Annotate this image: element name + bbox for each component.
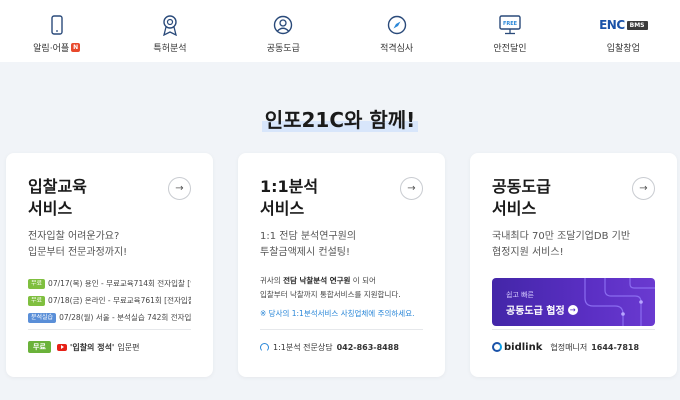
award-medal-icon [161,14,179,36]
headset-icon [260,342,269,352]
card-title-line: 공동도급 [492,177,551,196]
card-bid-education[interactable]: 입찰교육 서비스 → 전자입찰 어려운가요? 입문부터 전문과정까지! 무료 0… [6,153,213,377]
nav-item-alerts-app[interactable]: 알림·어플 N [0,0,113,62]
card-title-line: 서비스 [260,199,305,218]
card-title: 1:1분석 서비스 [260,176,423,220]
footer-phone: 1644-7818 [591,342,640,352]
top-nav: 알림·어플 N 특허분석 공동도급 적격심사 FREE 안전달인 ENC BMS… [0,0,680,62]
free-badge: 무료 [28,341,51,353]
footer-label: 협정매니저 [550,342,588,352]
banner-subtitle: 쉽고 빠른 [506,291,534,299]
card-footer-link[interactable]: 무료 '입찰의 정석' 입문편 [28,339,191,355]
free-tag: 무료 [28,295,46,306]
practice-tag: 분석실습 [28,312,57,323]
card-desc-line: 전자입찰 어려운가요? [28,231,120,242]
card-desc-line: 입문부터 전문과정까지! [28,247,128,258]
divider [260,329,423,330]
card-desc-line: 투찰금액제시 컨설팅! [260,247,350,258]
card-description: 1:1 전담 분석연구원의 투찰금액제시 컨설팅! [260,229,423,261]
nav-item-bid-startup[interactable]: ENC BMS 입찰창업 [567,0,680,62]
arrow-right-button[interactable]: → [400,177,423,200]
footer-phone: 042-863-8488 [336,342,399,352]
research-text-post: 이 되어 [350,276,376,285]
smartphone-icon [50,14,63,36]
schedule-text: 07/17(목) 용인 - 무료교육714회 전자입찰 [입... [48,279,191,288]
new-badge: N [71,43,81,52]
research-description: 귀사의 전담 낙찰분석 연구원 이 되어 입찰부터 낙찰까지 통합서비스를 지원… [260,274,423,302]
compass-icon [387,14,407,36]
card-analysis-service[interactable]: 1:1분석 서비스 → 1:1 전담 분석연구원의 투찰금액제시 컨설팅! 귀사… [238,153,445,377]
user-circle-icon [273,14,293,36]
banner-title-text: 공동도급 협정 [506,306,565,317]
card-title: 입찰교육 서비스 [28,176,191,220]
bms-logo-box: BMS [626,20,648,30]
card-title: 공동도급 서비스 [492,176,655,220]
arrow-right-icon: → [175,183,184,194]
nav-label: 특허분석 [153,44,187,54]
list-item[interactable]: 무료 07/18(금) 온라인 - 무료교육761회 [전자입찰... [28,292,191,309]
divider [28,329,191,330]
free-tag: 무료 [28,278,46,289]
card-title-line: 입찰교육 [28,177,87,196]
arrow-right-icon: → [407,183,416,194]
arrow-right-icon: → [639,183,648,194]
research-text-bold: 전담 낙찰분석 연구원 [283,276,351,285]
divider [492,329,655,330]
enc-logo-text: ENC [599,18,625,32]
enc-bms-logo: ENC BMS [599,14,648,36]
card-description: 국내최다 70만 조달기업DB 기반 협정지원 서비스! [492,229,655,261]
card-title-line: 서비스 [28,199,73,218]
impersonation-warning: ※ 당사의 1:1분석서비스 사칭업체에 주의하세요. [260,309,415,318]
arrow-right-circle-icon: → [567,304,578,315]
card-desc-line: 1:1 전담 분석연구원의 [260,231,357,242]
nav-item-qualification-review[interactable]: 적격심사 [340,0,453,62]
joint-contract-banner[interactable]: 쉽고 빠른 공동도급 협정 → [492,278,655,326]
headline-text: 인포21C와 함께! [261,108,419,132]
arrow-right-button[interactable]: → [168,177,191,200]
card-desc-line: 협정지원 서비스! [492,247,564,258]
card-joint-contract[interactable]: 공동도급 서비스 → 국내최다 70만 조달기업DB 기반 협정지원 서비스! … [470,153,677,377]
card-description: 전자입찰 어려운가요? 입문부터 전문과정까지! [28,229,191,261]
footer-text: 입문편 [117,342,140,352]
research-text-line: 입찰부터 낙찰까지 통합서비스를 지원합니다. [260,290,401,299]
nav-label: 공동도급 [266,44,300,54]
list-item[interactable]: 분석실습 07/28(월) 서울 - 분석실습 742회 전자입... [28,309,191,326]
card-title-line: 1:1분석 [260,177,319,196]
free-icon-text: FREE [503,21,518,27]
bidlink-icon [492,342,502,352]
schedule-text: 07/28(월) 서울 - 분석실습 742회 전자입... [59,313,191,322]
footer-title: '입찰의 정석' [69,342,115,352]
nav-item-patent-analysis[interactable]: 특허분석 [113,0,226,62]
nav-item-joint-contract[interactable]: 공동도급 [227,0,340,62]
nav-label: 적격심사 [380,44,414,54]
bidlink-text: bidlink [504,341,543,353]
footer-label: 1:1분석 전문상담 [273,342,333,352]
nav-label: 안전달인 [493,44,527,54]
free-monitor-icon: FREE [499,14,521,36]
banner-title: 공동도급 협정 → [506,302,578,317]
consult-phone-link[interactable]: 1:1분석 전문상담 042-863-8488 [260,339,423,355]
nav-label: 입찰창업 [606,44,640,54]
bidlink-logo: bidlink [492,342,542,353]
nav-label: 알림·어플 [33,44,70,54]
card-desc-line: 국내최다 70만 조달기업DB 기반 [492,231,631,242]
youtube-icon [56,343,67,351]
section-headline: 인포21C와 함께! [0,104,680,133]
schedule-text: 07/18(금) 온라인 - 무료교육761회 [전자입찰... [48,296,191,305]
arrow-right-button[interactable]: → [632,177,655,200]
list-item[interactable]: 무료 07/17(목) 용인 - 무료교육714회 전자입찰 [입... [28,275,191,292]
education-schedule-list: 무료 07/17(목) 용인 - 무료교육714회 전자입찰 [입... 무료 … [28,275,191,326]
manager-phone-link[interactable]: bidlink 협정매니저 1644-7818 [492,339,655,355]
card-title-line: 서비스 [492,199,537,218]
nav-item-safety-master[interactable]: FREE 안전달인 [453,0,566,62]
research-text-pre: 귀사의 [260,276,284,285]
banner-decoration [584,278,655,326]
